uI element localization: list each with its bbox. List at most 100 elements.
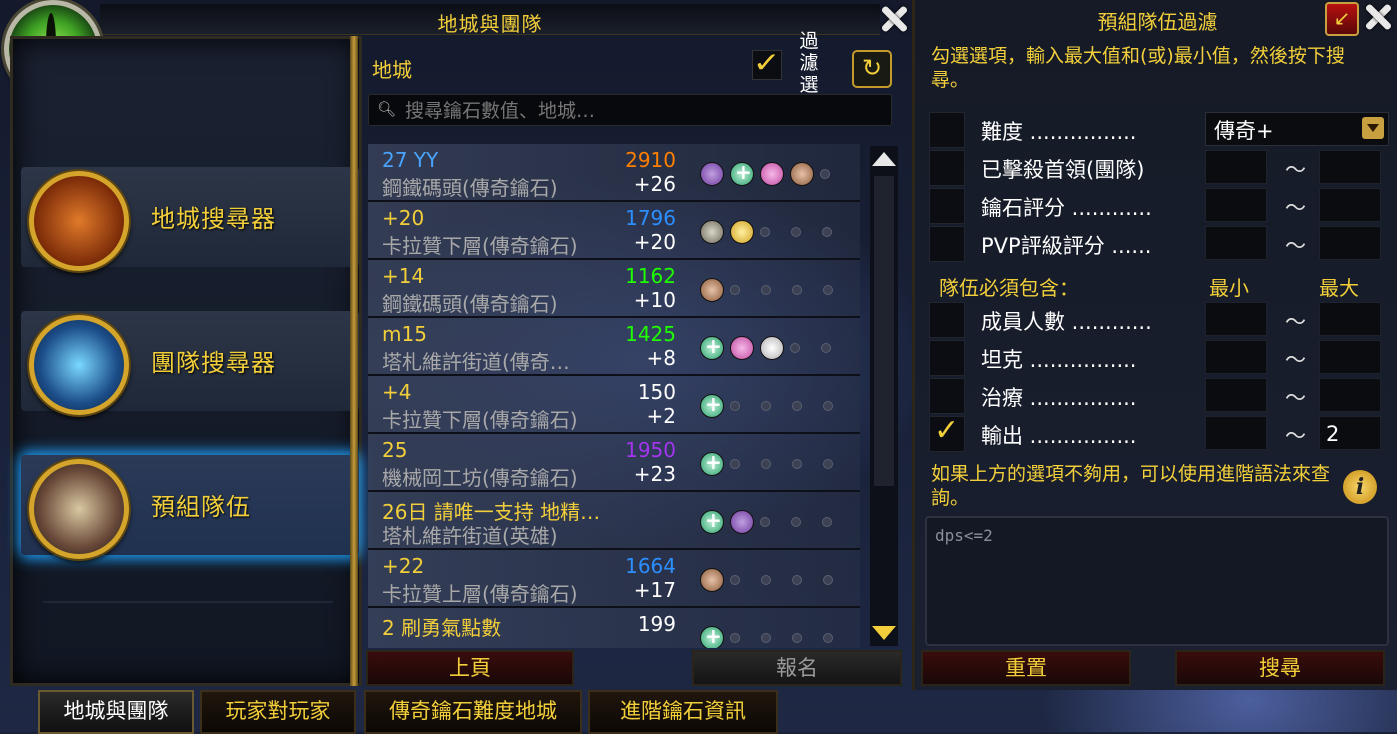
- group-title: m15: [382, 322, 427, 346]
- nav-label: 團隊搜尋器: [151, 349, 276, 377]
- role-h-icon: [700, 450, 724, 476]
- tab-dungeons-raids[interactable]: 地城與團隊: [38, 690, 194, 734]
- role-h-icon: [700, 334, 724, 360]
- max-field[interactable]: [1319, 188, 1381, 222]
- refresh-button[interactable]: ↻: [852, 50, 892, 88]
- role-slots: [700, 392, 854, 420]
- title-bar[interactable]: 地城與團隊: [100, 4, 880, 36]
- advanced-query-input[interactable]: [933, 524, 1383, 640]
- group-row[interactable]: +22 卡拉贊上層(傳奇鑰石) 1664 +17: [368, 550, 860, 608]
- group-list: 27 YY 鋼鐵碼頭(傳奇鑰石) 2910+26 +20 卡拉贊下層(傳奇鑰石) 1796…: [368, 144, 860, 648]
- role-filter-row: 成員人數 ............ ～: [927, 302, 1387, 338]
- search-button[interactable]: 搜尋: [1175, 650, 1385, 686]
- difficulty-dropdown[interactable]: 傳奇+: [1205, 112, 1389, 146]
- tab-keystone-info[interactable]: 進階鑰石資訊: [588, 690, 778, 734]
- max-field[interactable]: [1319, 378, 1381, 412]
- min-field[interactable]: [1205, 226, 1267, 260]
- search-input[interactable]: [403, 97, 887, 125]
- score-gain: +23: [633, 462, 676, 486]
- raid-helm-icon: [29, 315, 129, 415]
- group-list-panel: 地城 ✓ 過濾選項 ↻ 🔍︎ 27 YY鋼鐵碼頭(傳奇鑰石)2910+26+20…: [360, 30, 905, 686]
- group-row[interactable]: 25 機械岡工坊(傳奇鑰石) 1950 +23: [368, 434, 860, 492]
- difficulty-checkbox[interactable]: [929, 112, 965, 148]
- nav-dungeon-finder[interactable]: 地城搜尋器: [21, 167, 359, 271]
- scroll-down-icon[interactable]: [872, 626, 896, 640]
- scroll-thumb[interactable]: [874, 176, 894, 486]
- group-row[interactable]: 27 YY 鋼鐵碼頭(傳奇鑰石) 2910 +26: [368, 144, 860, 202]
- max-field[interactable]: [1319, 302, 1381, 336]
- range-separator: ～: [1285, 234, 1306, 258]
- nav-label: 預組隊伍: [151, 493, 251, 521]
- group-row[interactable]: m15 塔札維許街道(傳奇… 1425 +8: [368, 318, 860, 376]
- range-separator: ～: [1285, 310, 1306, 334]
- checkmark-icon: ✓: [934, 413, 960, 448]
- tab-pvp[interactable]: 玩家對玩家: [200, 690, 356, 734]
- filter-checkbox[interactable]: [929, 188, 965, 224]
- role-dp-icon: [730, 336, 754, 360]
- close-icon[interactable]: [877, 2, 911, 36]
- group-activity: 鋼鐵碼頭(傳奇鑰石): [382, 176, 558, 200]
- min-field[interactable]: [1205, 188, 1267, 222]
- nav-label: 地城搜尋器: [151, 205, 276, 233]
- group-row[interactable]: 2 刷勇氣點數 199: [368, 608, 860, 648]
- group-activity: 鋼鐵碼頭(傳奇鑰石): [382, 292, 558, 316]
- panel-divider: [350, 36, 358, 686]
- role-slots: [700, 278, 854, 304]
- empty-slot-icon: [761, 575, 771, 585]
- empty-slot-icon: [761, 633, 771, 643]
- role-checkbox[interactable]: [929, 378, 965, 414]
- role-d-icon: [790, 162, 814, 186]
- min-field[interactable]: [1205, 150, 1267, 184]
- filter-checkbox[interactable]: [929, 226, 965, 262]
- category-label: 地城: [372, 58, 412, 82]
- group-row[interactable]: +14 鋼鐵碼頭(傳奇鑰石) 1162 +10: [368, 260, 860, 318]
- role-checkbox[interactable]: ✓: [929, 413, 965, 452]
- chevron-down-icon[interactable]: [1362, 117, 1384, 139]
- score-gain: +17: [633, 578, 676, 602]
- premade-filter-panel: 預組隊伍過濾 ↙ 勾選選項，輸入最大值和(或)最小值，然後按下搜尋。 難度 ..…: [912, 0, 1397, 690]
- max-field[interactable]: [1319, 340, 1381, 374]
- min-field[interactable]: [1205, 340, 1267, 374]
- must-include-label: 隊伍必須包含：: [939, 276, 1079, 300]
- max-field[interactable]: [1319, 150, 1381, 184]
- leader-score: 1425: [625, 322, 676, 346]
- role-checkbox[interactable]: [929, 302, 965, 338]
- list-scrollbar[interactable]: [870, 146, 898, 646]
- role-filter-row: 坦克 ................ ～: [927, 340, 1387, 376]
- empty-slot-icon: [792, 285, 802, 295]
- role-slots: [700, 160, 851, 188]
- minimize-icon[interactable]: ↙: [1325, 2, 1359, 36]
- min-field[interactable]: [1205, 416, 1267, 450]
- signup-button[interactable]: 報名: [692, 650, 902, 686]
- scroll-up-icon[interactable]: [872, 152, 896, 166]
- close-icon[interactable]: [1361, 0, 1395, 34]
- back-button[interactable]: 上頁: [366, 650, 574, 686]
- min-field[interactable]: [1205, 302, 1267, 336]
- role-slots: [700, 624, 854, 648]
- role-filter-row: ✓ 輸出 ................ ～ 2: [927, 413, 1387, 452]
- group-row[interactable]: +20 卡拉贊下層(傳奇鑰石) 1796 +20: [368, 202, 860, 260]
- group-row[interactable]: 26日 請唯一支持 地精… 塔札維許街道(英雄): [368, 492, 860, 550]
- range-separator: ～: [1285, 386, 1306, 410]
- role-checkbox[interactable]: [929, 340, 965, 376]
- filter-checkbox[interactable]: [929, 150, 965, 186]
- max-field[interactable]: 2: [1319, 416, 1381, 450]
- empty-slot-icon: [730, 401, 740, 411]
- role-slots: [700, 508, 853, 536]
- filter-checkbox[interactable]: ✓: [752, 47, 782, 80]
- role-h-icon: [730, 160, 754, 186]
- role-filter-row: 治療 ................ ～: [927, 378, 1387, 414]
- filter-row: PVP評級評分 ...... ～: [927, 226, 1387, 262]
- tab-mythic-plus[interactable]: 傳奇鑰石難度地城: [364, 690, 582, 734]
- role-slots: [700, 220, 853, 246]
- group-row[interactable]: +4 卡拉贊下層(傳奇鑰石) 150 +2: [368, 376, 860, 434]
- reset-button[interactable]: 重置: [921, 650, 1131, 686]
- role-dp-icon: [760, 162, 784, 186]
- info-icon[interactable]: i: [1343, 470, 1377, 504]
- max-field[interactable]: [1319, 226, 1381, 260]
- min-field[interactable]: [1205, 378, 1267, 412]
- empty-slot-icon: [791, 227, 801, 237]
- empty-slot-icon: [822, 227, 832, 237]
- nav-raid-finder[interactable]: 團隊搜尋器: [21, 311, 359, 415]
- nav-premade-groups[interactable]: 預組隊伍: [21, 455, 359, 559]
